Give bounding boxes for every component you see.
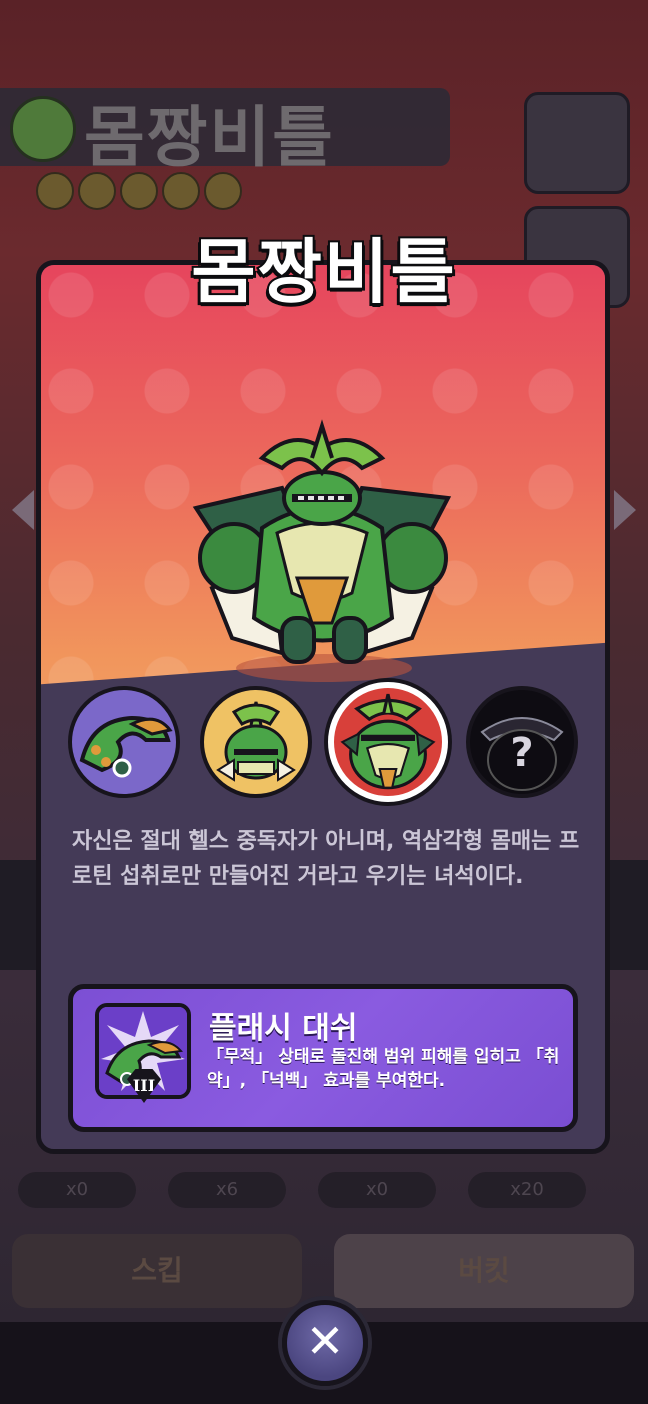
beetle-front-icon [216,701,296,782]
character-name-title: 몸짱비틀 [189,229,457,315]
close-icon: ✕ [305,1314,345,1368]
star-icon [162,172,200,210]
item-count: x20 [468,1172,586,1208]
prev-arrow-icon [12,490,34,530]
locked-silhouette-icon: ? [480,717,564,791]
skin-option[interactable] [200,686,312,798]
skin-selector: ? [64,682,584,804]
item-count: x0 [18,1172,136,1208]
star-icon [78,172,116,210]
check-icon [10,96,76,162]
skip-button: 스킵 [12,1234,302,1308]
beetle-character-illustration [192,419,452,682]
beetle-side-icon [79,715,173,778]
item-count: x0 [318,1172,436,1208]
skin-option-selected[interactable] [328,682,448,802]
star-icon [120,172,158,210]
question-mark: ? [510,730,533,776]
close-button[interactable]: ✕ [282,1300,368,1386]
bucket-button: 버킷 [334,1234,634,1308]
side-menu-icon [524,92,630,194]
skill-card[interactable]: III 플래시 대쉬 「무적」 상태로 돌진해 범위 피해를 입히고 「취약」,… [68,984,578,1132]
star-icon [36,172,74,210]
background-title: 몸짱비틀 [84,99,335,176]
skin-option[interactable] [68,686,180,798]
beetle-portrait-icon [340,693,436,790]
skill-description: 「무적」 상태로 돌진해 범위 피해를 입히고 「취약」, 「넉백」 효과를 부… [207,1047,560,1091]
next-arrow-icon [614,490,636,530]
star-icon [204,172,242,210]
skill-name: 플래시 대쉬 [209,1011,358,1046]
star-rating [36,172,242,210]
skin-option-locked[interactable]: ? [466,686,578,798]
item-count: x6 [168,1172,286,1208]
character-description: 자신은 절대 헬스 중독자가 아니며, 역삼각형 몸매는 프로틴 섭취로만 만들… [72,829,580,889]
